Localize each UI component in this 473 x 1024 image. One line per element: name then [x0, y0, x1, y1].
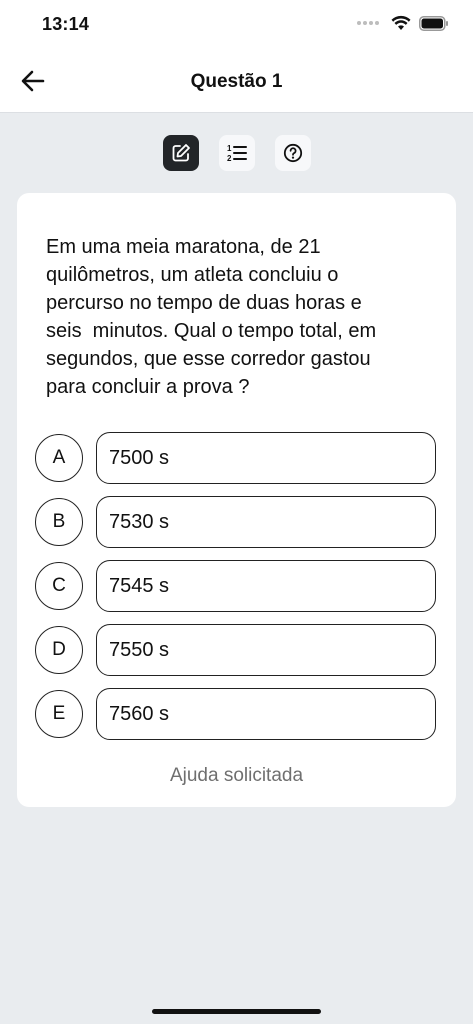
help-icon [283, 143, 302, 163]
help-button[interactable] [274, 135, 311, 171]
question-card: Em uma meia maratona, de 21 quilômetros,… [17, 193, 456, 807]
status-icons [357, 15, 449, 31]
battery-icon [419, 15, 448, 31]
option-letter: A [35, 434, 83, 482]
edit-mode-button[interactable] [162, 135, 199, 171]
status-bar: 13:14 [0, 0, 473, 50]
question-text: Em uma meia maratona, de 21 quilômetros,… [46, 236, 377, 398]
option-letter: B [35, 498, 83, 546]
option-letter: C [35, 562, 83, 610]
option-answer: 7550 s [96, 624, 436, 676]
status-time: 13:14 [42, 14, 90, 34]
numbered-list-icon: 1 2 [227, 144, 247, 163]
option-e[interactable]: E 7560 s [35, 688, 439, 740]
svg-text:2: 2 [227, 154, 232, 163]
cellular-signal-icon [357, 21, 379, 25]
question-list-button[interactable]: 1 2 [218, 135, 255, 171]
option-letter: D [35, 626, 83, 674]
option-answer: 7500 s [96, 432, 436, 484]
header: Questão 1 [0, 50, 473, 113]
wifi-icon [391, 15, 411, 30]
question-toolbar: 1 2 [0, 135, 473, 171]
option-answer: 7545 s [96, 560, 436, 612]
option-a[interactable]: A 7500 s [35, 432, 439, 484]
option-d[interactable]: D 7550 s [35, 624, 439, 676]
svg-text:1: 1 [227, 144, 232, 153]
page-title: Questão 1 [190, 71, 283, 92]
home-indicator[interactable] [152, 1009, 321, 1014]
option-c[interactable]: C 7545 s [35, 560, 439, 612]
option-letter: E [35, 690, 83, 738]
help-requested-label: Ajuda solicitada [169, 765, 304, 786]
edit-icon [172, 144, 190, 162]
option-b[interactable]: B 7530 s [35, 496, 439, 548]
option-answer: 7560 s [96, 688, 436, 740]
option-answer: 7530 s [96, 496, 436, 548]
